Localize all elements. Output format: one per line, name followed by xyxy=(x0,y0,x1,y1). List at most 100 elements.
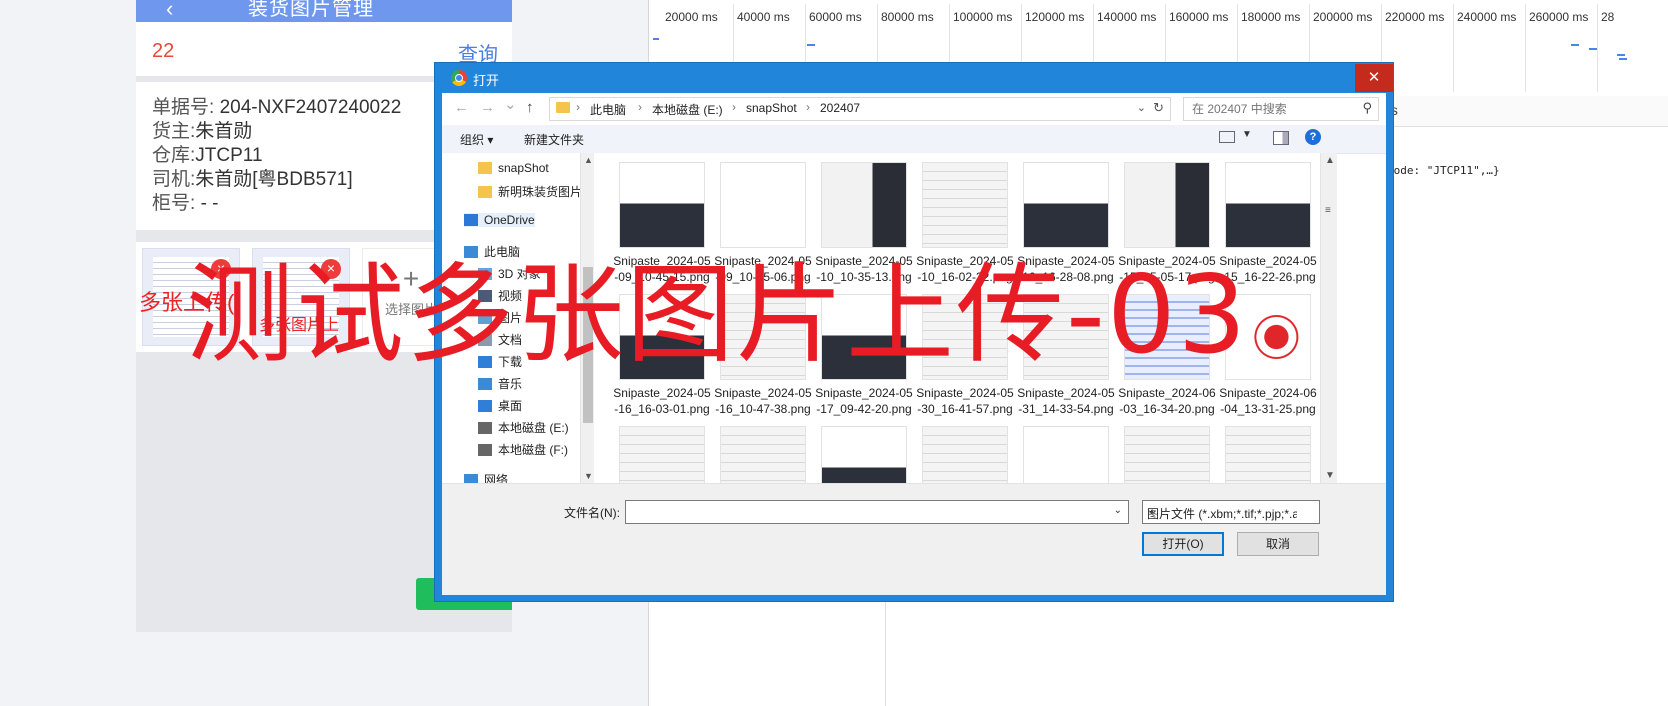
file-thumbnail xyxy=(721,295,805,379)
open-button[interactable]: 打开(O) xyxy=(1142,532,1224,556)
help-icon[interactable]: ? xyxy=(1305,129,1321,145)
scroll-down-icon[interactable]: ▼ xyxy=(584,471,593,481)
navigation-pane-scrollbar[interactable]: ▲ ▼ xyxy=(580,153,595,483)
delete-icon[interactable]: × xyxy=(321,259,341,279)
file-item[interactable]: Snipaste_2024-05-16_10-47-38.png xyxy=(713,295,813,417)
scrollbar-grip-icon[interactable]: ≡ xyxy=(1325,205,1331,216)
organize-menu[interactable]: 组织 ▾ xyxy=(460,131,493,148)
timeline-tick-label: 260000 ms xyxy=(1529,10,1589,24)
file-thumbnail xyxy=(1125,163,1209,247)
address-dropdown-icon[interactable]: ⌄ xyxy=(1137,101,1146,114)
file-item[interactable] xyxy=(915,427,1015,483)
nav-item[interactable]: 本地磁盘 (F:) xyxy=(478,441,568,458)
navigation-pane: snapShot 新明珠装货图片 OneDrive 此电脑 3D 对象视频图片文档下载音… xyxy=(442,153,580,483)
nav-item-label: 视频 xyxy=(498,289,523,303)
address-bar[interactable]: › 此电脑 › 本地磁盘 (E:) › snapShot › 202407 ⌄ … xyxy=(549,97,1171,121)
drive-icon xyxy=(478,422,492,434)
forward-arrow-icon[interactable]: → xyxy=(480,99,495,116)
file-item[interactable]: Snipaste_2024-05-10_16-28-08.png xyxy=(1016,163,1116,285)
waterfall-bar[interactable] xyxy=(807,44,815,46)
file-item[interactable]: Snipaste_2024-05-15_16-22-26.png xyxy=(1218,163,1318,285)
cancel-button[interactable]: 取消 xyxy=(1237,532,1319,556)
timeline-tick-label: 80000 ms xyxy=(881,10,934,24)
view-dropdown-icon[interactable]: ▼ xyxy=(1242,129,1252,140)
file-item[interactable]: Snipaste_2024-05-16_16-03-01.png xyxy=(612,295,712,417)
navigation-bar: ← → ⌄ ↑ › 此电脑 › 本地磁盘 (E:) › snapShot › 2… xyxy=(442,93,1386,125)
file-item[interactable]: Snipaste_2024-05-10_10-35-13.png xyxy=(814,163,914,285)
waterfall-bar[interactable] xyxy=(1617,54,1625,56)
scroll-up-icon[interactable]: ▲ xyxy=(1325,155,1335,166)
nav-item[interactable]: 此电脑 xyxy=(464,243,520,260)
file-item[interactable]: Snipaste_2024-05-17_09-42-20.png xyxy=(814,295,914,417)
nav-item[interactable]: 3D 对象 xyxy=(478,265,541,282)
waterfall-bar[interactable] xyxy=(1589,48,1597,50)
file-item[interactable]: Snipaste_2024-06-04_13-31-25.png xyxy=(1218,295,1318,417)
up-arrow-icon[interactable]: ↑ xyxy=(526,99,534,116)
uploaded-thumbnail[interactable]: × 多张上传( xyxy=(139,248,240,346)
file-list-scrollbar[interactable]: ▲ ≡ ▼ xyxy=(1320,153,1337,483)
nav-item[interactable]: 本地磁盘 (E:) xyxy=(478,419,569,436)
file-item[interactable]: Snipaste_2024-05-15_15-05-17.png xyxy=(1117,163,1217,285)
file-item[interactable] xyxy=(1117,427,1217,483)
file-item[interactable]: Snipaste_2024-05-30_16-41-57.png xyxy=(915,295,1015,417)
nav-item[interactable]: 音乐 xyxy=(478,375,522,392)
file-item[interactable]: Snipaste_2024-05-10_16-02-32.png xyxy=(915,163,1015,285)
scroll-up-icon[interactable]: ▲ xyxy=(584,155,593,165)
order-number-label: 单据号: xyxy=(152,97,215,118)
thumbnail-caption: 多张图片上 xyxy=(259,317,340,334)
uploaded-thumbnail[interactable]: × 多张图片上 xyxy=(252,248,350,346)
chevron-down-icon[interactable]: ⌄ xyxy=(1147,505,1297,516)
record-count: 22 xyxy=(152,40,175,62)
delete-icon[interactable]: × xyxy=(211,259,231,279)
file-item[interactable]: Snipaste_2024-05-09_10-45-15.png xyxy=(612,163,712,285)
file-item[interactable]: Snipaste_2024-05-09_10-55-06.png xyxy=(713,163,813,285)
dialog-body: ← → ⌄ ↑ › 此电脑 › 本地磁盘 (E:) › snapShot › 2… xyxy=(442,93,1386,595)
chevron-right-icon: › xyxy=(638,100,642,114)
breadcrumb-drive-e[interactable]: 本地磁盘 (E:) xyxy=(652,101,723,118)
timeline-tick-label: 28 xyxy=(1601,10,1615,24)
nav-item[interactable]: 网络 xyxy=(464,471,508,483)
close-button[interactable]: ✕ xyxy=(1355,64,1393,92)
back-icon[interactable]: ‹ xyxy=(166,0,173,22)
file-item[interactable] xyxy=(1016,427,1116,483)
waterfall-bar[interactable] xyxy=(1619,58,1627,60)
waterfall-bar[interactable] xyxy=(1571,44,1579,46)
view-options-icon[interactable] xyxy=(1219,131,1235,143)
file-item[interactable]: Snipaste_2024-06-03_16-34-20.png xyxy=(1117,295,1217,417)
file-item[interactable] xyxy=(713,427,813,483)
dialog-titlebar[interactable]: 打开 ✕ xyxy=(435,63,1393,93)
search-input[interactable] xyxy=(1190,100,1354,118)
file-thumbnail xyxy=(1024,427,1108,483)
nav-item[interactable]: 桌面 xyxy=(478,397,522,414)
breadcrumb-this-pc[interactable]: 此电脑 xyxy=(590,101,626,118)
nav-item[interactable]: 文档 xyxy=(478,331,522,348)
preview-pane-icon[interactable] xyxy=(1273,131,1289,145)
shipper-line: 货主:朱首勋 xyxy=(152,116,252,143)
driver-label: 司机: xyxy=(152,169,196,190)
file-name: Snipaste_2024-05-10_16-28-08.png xyxy=(1017,254,1115,284)
chevron-down-icon[interactable]: ⌄ xyxy=(1114,505,1122,516)
back-arrow-icon[interactable]: ← xyxy=(454,99,469,116)
breadcrumb-snapshot[interactable]: snapShot xyxy=(746,101,797,115)
file-item[interactable] xyxy=(612,427,712,483)
refresh-icon[interactable]: ↻ xyxy=(1153,100,1164,116)
scrollbar-thumb[interactable] xyxy=(583,267,593,423)
nav-item[interactable]: OneDrive xyxy=(464,213,535,227)
nav-item[interactable]: snapShot xyxy=(478,161,549,175)
nav-item[interactable]: 图片 xyxy=(478,309,522,326)
waterfall-bar[interactable] xyxy=(653,38,659,40)
filename-input[interactable]: ⌄ xyxy=(625,500,1129,524)
nav-item[interactable]: 下载 xyxy=(478,353,522,370)
search-icon[interactable]: ⚲ xyxy=(1362,100,1372,116)
file-type-filter[interactable]: 图片文件 (*.xbm;*.tif;*.pjp;*.ap ⌄ xyxy=(1142,500,1320,524)
breadcrumb-202407[interactable]: 202407 xyxy=(820,101,860,115)
file-item[interactable] xyxy=(1218,427,1318,483)
new-folder-button[interactable]: 新建文件夹 xyxy=(524,131,584,148)
file-item[interactable]: Snipaste_2024-05-31_14-33-54.png xyxy=(1016,295,1116,417)
search-box[interactable]: ⚲ xyxy=(1183,97,1379,121)
scroll-down-icon[interactable]: ▼ xyxy=(1325,470,1335,481)
nav-item[interactable]: 新明珠装货图片 xyxy=(478,183,580,200)
nav-item[interactable]: 视频 xyxy=(478,287,522,304)
recent-locations-icon[interactable]: ⌄ xyxy=(504,95,517,113)
file-item[interactable] xyxy=(814,427,914,483)
